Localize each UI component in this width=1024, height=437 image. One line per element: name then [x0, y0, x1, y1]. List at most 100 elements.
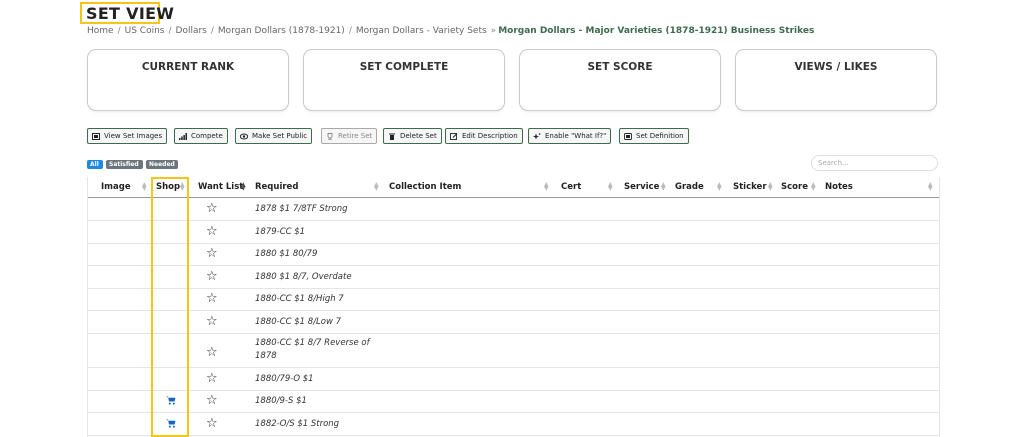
sort-icon[interactable]: ▲ ▼: [811, 182, 816, 192]
table-row: ☆ 1880-CC $1 8/7 Reverse of 1878: [88, 334, 939, 368]
column-image[interactable]: Image: [101, 177, 131, 197]
sort-icon[interactable]: ▲ ▼: [241, 182, 246, 192]
filter-needed[interactable]: Needed: [146, 160, 178, 169]
button-label: Make Set Public: [252, 132, 308, 140]
sort-icon[interactable]: ▲ ▼: [661, 182, 666, 192]
set-definition-button[interactable]: Set Definition: [619, 128, 689, 144]
column-shop[interactable]: Shop: [156, 177, 180, 197]
image-icon: [92, 132, 100, 140]
required-item: 1880 $1 80/79: [255, 249, 318, 259]
make-set-public-button[interactable]: Make Set Public: [235, 128, 313, 144]
table-row: ☆ 1879-CC $1: [88, 221, 939, 244]
want-list-star-icon[interactable]: ☆: [206, 346, 220, 360]
want-list-star-icon[interactable]: ☆: [206, 270, 220, 284]
breadcrumb-separator: /: [348, 26, 352, 36]
sort-icon[interactable]: ▲ ▼: [928, 182, 933, 192]
edit-icon: [450, 132, 458, 140]
breadcrumb-home[interactable]: Home: [87, 26, 114, 36]
eye-icon: [239, 133, 249, 140]
table-row: ☆ 1880-CC $1 8/Low 7: [88, 311, 939, 334]
view-set-images-button[interactable]: View Set Images: [87, 128, 168, 144]
required-item: 1878 $1 7/8TF Strong: [255, 204, 348, 214]
button-label: Set Definition: [636, 132, 684, 140]
column-sticker[interactable]: Sticker: [733, 177, 767, 197]
want-list-star-icon[interactable]: ☆: [206, 394, 220, 408]
breadcrumb-separator: /: [117, 26, 121, 36]
definition-icon: [624, 132, 632, 140]
breadcrumb-separator: /: [210, 26, 214, 36]
set-score-card: SET SCORE: [519, 49, 721, 111]
want-list-star-icon[interactable]: ☆: [206, 315, 220, 329]
page-title: SET VIEW: [86, 4, 175, 23]
want-list-star-icon[interactable]: ☆: [206, 247, 220, 261]
required-item: 1880/79-O $1: [255, 374, 314, 384]
filter-all[interactable]: All: [87, 160, 103, 169]
delete-set-button[interactable]: Delete Set: [383, 128, 442, 144]
button-label: View Set Images: [104, 132, 163, 140]
column-service[interactable]: Service: [624, 177, 659, 197]
trash-icon: [388, 133, 396, 140]
table-row: ☆ 1880 $1 80/79: [88, 243, 939, 266]
want-list-star-icon[interactable]: ☆: [206, 225, 220, 239]
column-cert[interactable]: Cert: [561, 177, 581, 197]
breadcrumb-current: Morgan Dollars - Major Varieties (1878-1…: [498, 26, 815, 36]
cart-icon[interactable]: [166, 396, 176, 406]
want-list-star-icon[interactable]: ☆: [206, 292, 220, 306]
filter-satisfied[interactable]: Satisfied: [106, 160, 143, 169]
breadcrumb-us-coins[interactable]: US Coins: [125, 26, 165, 36]
bar-chart-icon: [179, 132, 187, 140]
sort-icon[interactable]: ▲ ▼: [717, 182, 722, 192]
breadcrumb-separator: /: [168, 26, 172, 36]
want-list-star-icon[interactable]: ☆: [206, 372, 220, 386]
breadcrumb-separator: »: [490, 26, 497, 36]
views-likes-card: VIEWS / LIKES: [735, 49, 937, 111]
sort-icon[interactable]: ▲ ▼: [768, 182, 773, 192]
set-table: Image ▲ ▼ Shop ▲ ▼ Want List ▲ ▼ Required ▲…: [87, 177, 940, 437]
button-label: Delete Set: [400, 132, 437, 140]
column-score[interactable]: Score: [781, 177, 808, 197]
search-input[interactable]: Search...: [811, 155, 938, 171]
edit-description-button[interactable]: Edit Description: [445, 128, 523, 144]
button-label: Compete: [191, 132, 223, 140]
button-label: Edit Description: [462, 132, 518, 140]
table-header: Image ▲ ▼ Shop ▲ ▼ Want List ▲ ▼ Required ▲…: [88, 177, 939, 198]
table-row: ☆ 1878 $1 7/8TF Strong: [88, 198, 939, 221]
required-item: 1882-O/S $1 Strong: [255, 419, 340, 429]
table-row: ☆ 1880/79-O $1: [88, 368, 939, 391]
compete-button[interactable]: Compete: [174, 128, 228, 144]
sparkle-icon: [533, 132, 541, 140]
breadcrumb: Home / US Coins / Dollars / Morgan Dollars (18…: [87, 26, 814, 36]
required-item: 1880-CC $1 8/Low 7: [255, 317, 342, 327]
trophy-icon: [326, 132, 334, 140]
cart-icon[interactable]: [166, 419, 176, 429]
column-grade[interactable]: Grade: [675, 177, 704, 197]
column-required[interactable]: Required: [255, 177, 298, 197]
want-list-star-icon[interactable]: ☆: [206, 417, 220, 431]
sort-icon[interactable]: ▲ ▼: [142, 182, 147, 192]
breadcrumb-variety-sets[interactable]: Morgan Dollars - Variety Sets: [356, 26, 487, 36]
required-item: 1880-CC $1 8/7 Reverse of 1878: [255, 338, 370, 361]
set-complete-card: SET COMPLETE: [303, 49, 505, 111]
button-label: Retire Set: [338, 132, 373, 140]
column-want-list[interactable]: Want List: [198, 177, 243, 197]
card-label: CURRENT RANK: [141, 61, 235, 73]
breadcrumb-dollars[interactable]: Dollars: [176, 26, 207, 36]
required-item: 1880-CC $1 8/High 7: [255, 294, 344, 304]
sort-icon[interactable]: ▲ ▼: [544, 182, 549, 192]
sort-icon[interactable]: ▲ ▼: [608, 182, 613, 192]
want-list-star-icon[interactable]: ☆: [206, 202, 220, 216]
column-collection-item[interactable]: Collection Item: [389, 177, 461, 197]
card-label: SET SCORE: [587, 61, 653, 73]
card-label: VIEWS / LIKES: [794, 61, 878, 73]
sort-icon[interactable]: ▲ ▼: [374, 182, 379, 192]
table-row: ☆ 1880-CC $1 8/High 7: [88, 288, 939, 311]
current-rank-card: CURRENT RANK: [87, 49, 289, 111]
column-notes[interactable]: Notes: [825, 177, 853, 197]
enable-what-if-button[interactable]: Enable "What If?": [528, 128, 612, 144]
breadcrumb-morgan-dollars[interactable]: Morgan Dollars (1878-1921): [218, 26, 345, 36]
button-label: Enable "What If?": [545, 132, 607, 140]
sort-icon[interactable]: ▲ ▼: [180, 182, 185, 192]
table-row: ☆ 1880/9-S $1: [88, 390, 939, 413]
retire-set-button[interactable]: Retire Set: [321, 128, 378, 144]
table-row: ☆ 1882-O/S $1 Strong: [88, 413, 939, 436]
